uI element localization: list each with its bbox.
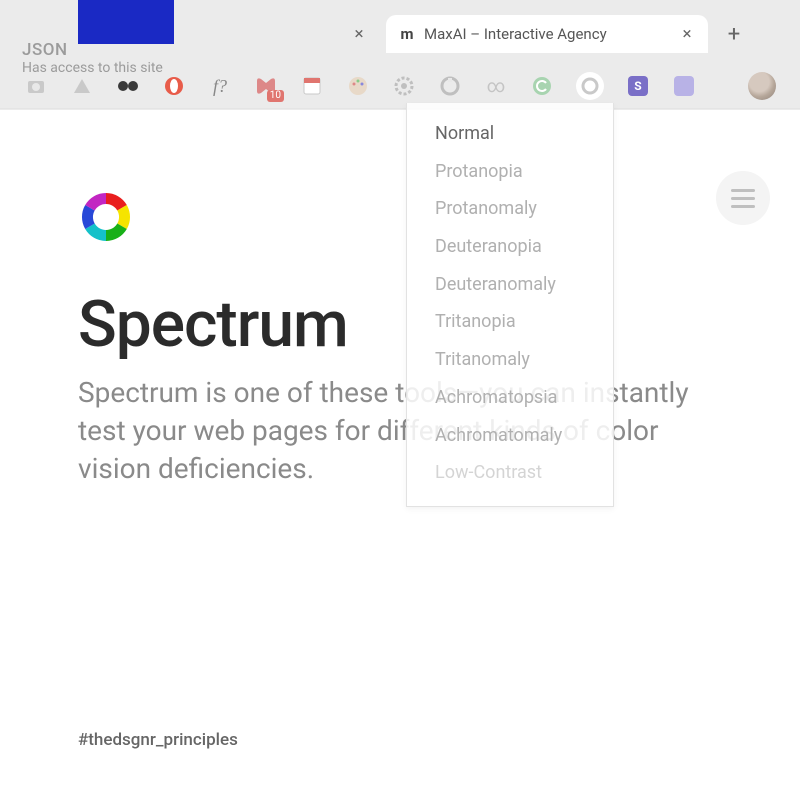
google-icon[interactable] <box>576 72 604 100</box>
dropdown-item-tritanopia[interactable]: Tritanopia <box>407 303 613 341</box>
meet-icon[interactable] <box>254 74 278 98</box>
dropdown-item-achromatomaly[interactable]: Achromatomaly <box>407 417 613 455</box>
spectrum-ext-icon[interactable] <box>438 74 462 98</box>
tab-active[interactable]: m MaxAI – Interactive Agency × <box>386 15 708 53</box>
square-icon[interactable] <box>672 74 696 98</box>
dropdown-item-deuteranomaly[interactable]: Deuteranomaly <box>407 266 613 304</box>
hamburger-line <box>731 205 755 208</box>
extension-access-text: Has access to this site <box>22 60 194 76</box>
divider <box>0 108 800 109</box>
tab-favicon: m <box>398 25 416 43</box>
dropdown-item-achromatopsia[interactable]: Achromatopsia <box>407 379 613 417</box>
close-icon[interactable]: × <box>678 25 696 43</box>
font-icon[interactable]: f? <box>208 74 232 98</box>
hamburger-line <box>731 189 755 192</box>
page-content: Spectrum Spectrum is one of these tools—… <box>0 109 800 800</box>
new-tab-button[interactable]: + <box>720 20 748 48</box>
grammarly-icon[interactable] <box>530 74 554 98</box>
avatar[interactable] <box>748 72 776 100</box>
stripe-icon[interactable]: S <box>626 74 650 98</box>
gear-icon[interactable] <box>392 74 416 98</box>
close-icon[interactable]: × <box>350 25 368 43</box>
loop-icon[interactable]: ∞ <box>484 74 508 98</box>
dropdown-item-deuteranopia[interactable]: Deuteranopia <box>407 228 613 266</box>
color-vision-dropdown[interactable]: Normal Protanopia Protanomaly Deuteranop… <box>406 103 614 507</box>
svg-text:S: S <box>634 79 641 93</box>
dropdown-item-protanomaly[interactable]: Protanomaly <box>407 190 613 228</box>
page-title: Spectrum <box>78 291 722 358</box>
dropdown-item-tritanomaly[interactable]: Tritanomaly <box>407 341 613 379</box>
spectrum-logo-icon <box>78 189 134 245</box>
page-description: Spectrum is one of these tools—you can i… <box>78 374 722 487</box>
overlay-square <box>78 0 174 44</box>
calendar-icon[interactable] <box>300 74 324 98</box>
hashtag-text: #thedsgnr_principles <box>78 730 238 750</box>
palette-icon[interactable] <box>346 74 370 98</box>
dropdown-item-low-contrast[interactable]: Low-Contrast <box>407 454 613 492</box>
tab-title: MaxAI – Interactive Agency <box>424 25 678 43</box>
dropdown-item-protanopia[interactable]: Protanopia <box>407 153 613 191</box>
hamburger-line <box>731 197 755 200</box>
dropdown-item-normal[interactable]: Normal <box>407 115 613 153</box>
menu-button[interactable] <box>716 171 770 225</box>
